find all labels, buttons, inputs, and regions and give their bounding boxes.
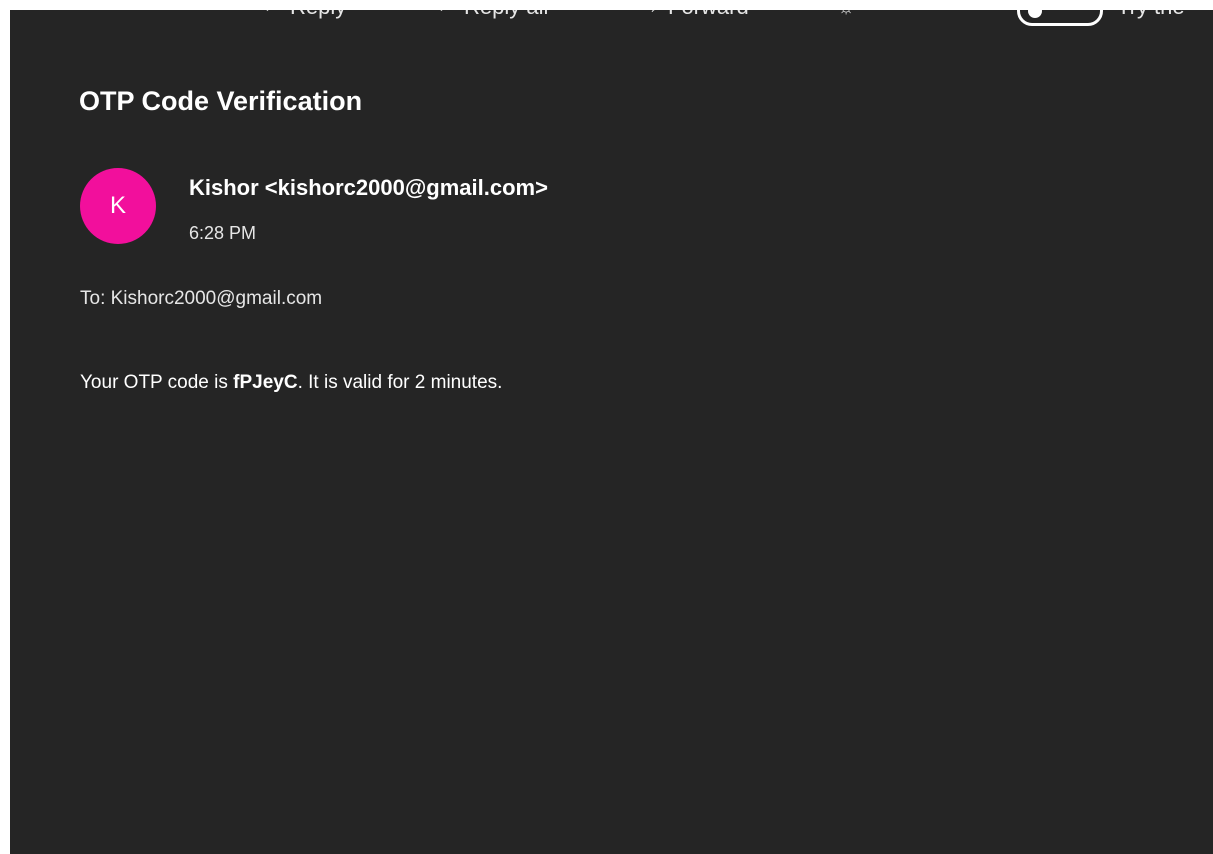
- message-body: Your OTP code is fPJeyC. It is valid for…: [80, 372, 502, 394]
- forward-button[interactable]: → Forward: [638, 10, 749, 22]
- toggle-label: Try the: [1117, 10, 1185, 22]
- reply-all-button[interactable]: ↩ Reply all: [434, 10, 549, 22]
- reply-button[interactable]: ↩ Reply: [260, 10, 347, 22]
- body-prefix: Your OTP code is: [80, 372, 234, 393]
- reply-all-label: Reply all: [464, 10, 548, 20]
- email-subject: OTP Code Verification: [79, 86, 363, 116]
- email-reading-pane: ↩ Reply ↩ Reply all → Forward ☼ Try the …: [10, 10, 1213, 854]
- new-outlook-toggle[interactable]: [1017, 10, 1103, 26]
- reply-icon: ↩: [260, 10, 282, 18]
- reply-label: Reply: [290, 10, 346, 20]
- forward-label: Forward: [668, 10, 749, 20]
- received-time: 6:28 PM: [189, 223, 257, 243]
- reply-all-icon: ↩: [434, 10, 456, 18]
- toggle-knob: [1028, 10, 1042, 18]
- forward-icon: →: [638, 10, 660, 18]
- lightbulb-button[interactable]: ☼: [835, 10, 857, 22]
- sender-name[interactable]: Kishor <kishorc2000@gmail.com>: [189, 175, 548, 201]
- sender-avatar[interactable]: K: [80, 168, 156, 244]
- otp-code: fPJeyC: [233, 372, 298, 393]
- lightbulb-icon: ☼: [835, 10, 857, 18]
- avatar-initial: K: [109, 192, 126, 219]
- recipient-line: To: Kishorc2000@gmail.com: [80, 288, 323, 309]
- body-suffix: . It is valid for 2 minutes.: [297, 372, 503, 393]
